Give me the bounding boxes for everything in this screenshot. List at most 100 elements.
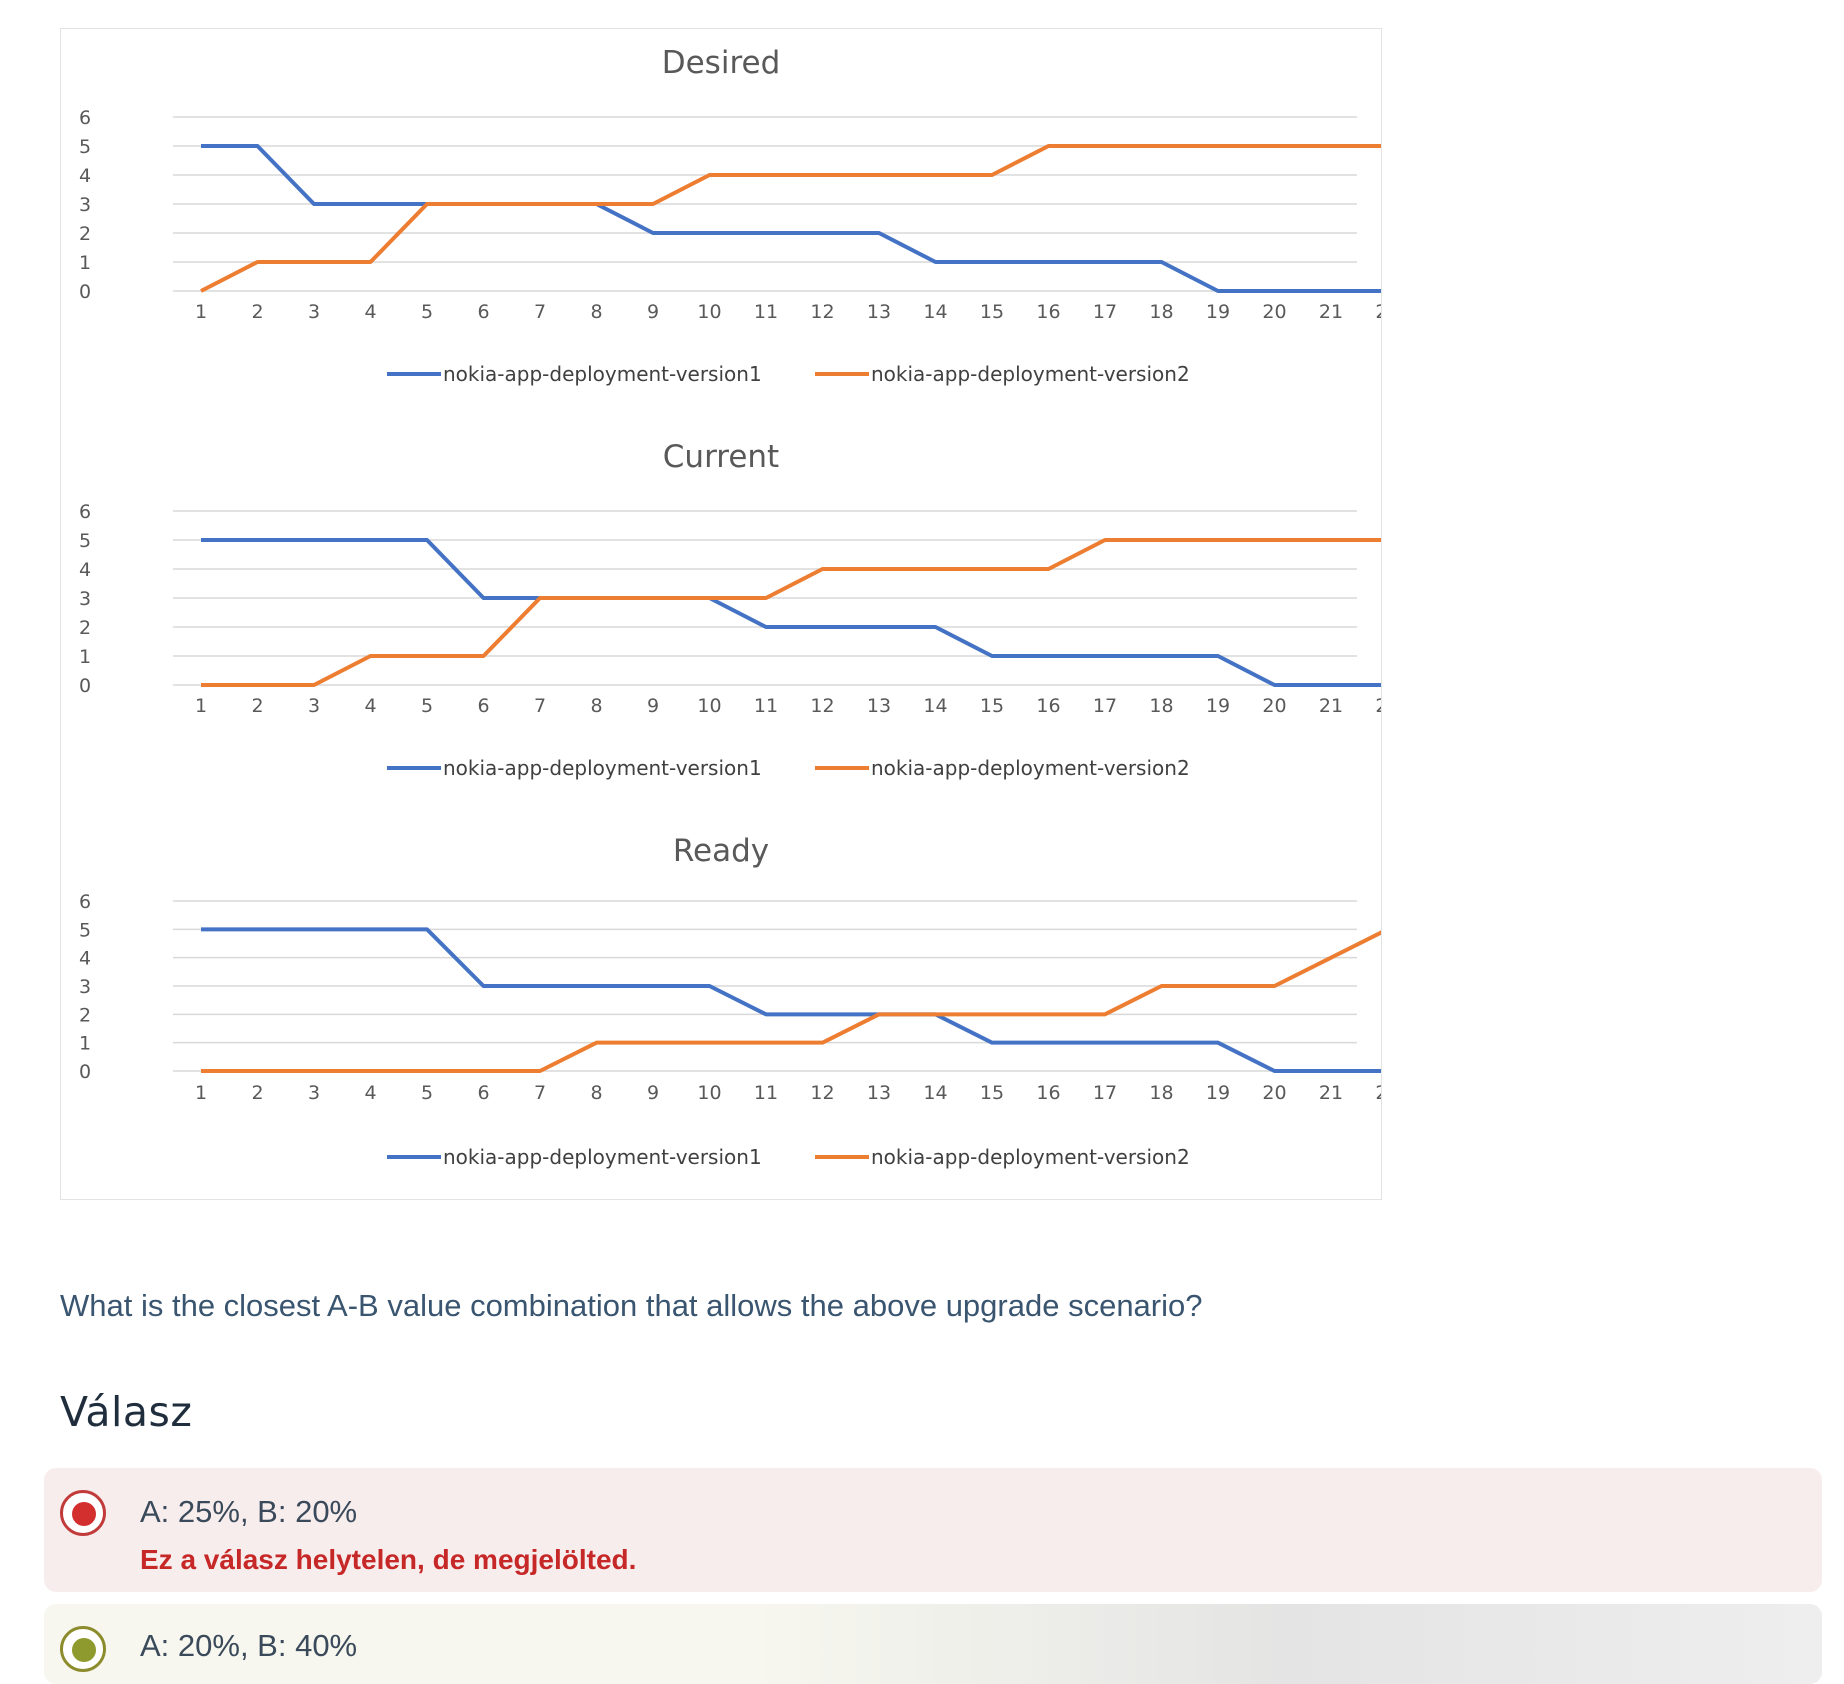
y-tick-label: 6: [79, 891, 91, 913]
x-tick-label: 4: [364, 1082, 376, 1104]
radio-dot-icon: [72, 1638, 96, 1662]
x-tick-label: 18: [1149, 301, 1173, 323]
charts-figure: Desired 0 1 2 3 4 5 6 1 2 3 4 5 6 7 8 9 10 11 12 13 14 15 16 17 1…: [60, 28, 1382, 1200]
y-tick-label: 3: [79, 588, 91, 610]
y-tick-label: 0: [79, 1061, 91, 1083]
x-tick-label: 10: [697, 1082, 721, 1104]
x-tick-label: 8: [590, 301, 602, 323]
x-tick-label: 11: [754, 301, 778, 323]
y-tick-label: 5: [79, 530, 91, 552]
x-tick-label: 17: [1093, 1082, 1117, 1104]
x-tick-label: 20: [1262, 301, 1286, 323]
x-tick-label: 19: [1206, 1082, 1230, 1104]
x-tick-label: 19: [1206, 301, 1230, 323]
x-tick-label: 7: [534, 695, 546, 717]
answer-option-2[interactable]: A: 20%, B: 40%: [44, 1604, 1822, 1684]
x-tick-label: 11: [754, 1082, 778, 1104]
radio-button-correct[interactable]: [60, 1626, 106, 1672]
y-tick-label: 2: [79, 617, 91, 639]
legend-label: nokia-app-deployment-version2: [871, 1145, 1190, 1169]
chart-title: Desired: [662, 45, 781, 81]
chart-title: Ready: [673, 833, 769, 869]
y-tick-label: 6: [79, 107, 91, 129]
x-tick-label: 22: [1375, 695, 1381, 717]
x-tick-label: 7: [534, 1082, 546, 1104]
x-tick-label: 1: [195, 695, 207, 717]
x-tick-label: 1: [195, 301, 207, 323]
x-tick-label: 21: [1319, 695, 1343, 717]
x-tick-label: 13: [867, 1082, 891, 1104]
y-tick-label: 2: [79, 1004, 91, 1026]
x-tick-label: 17: [1093, 301, 1117, 323]
chart-ready: Ready 0 1 2 3 4 5 6 1 2 3 4 5 6 7 8 9 10 11 12 13 14 15 16 17 18 1…: [61, 817, 1381, 1199]
y-tick-label: 3: [79, 976, 91, 998]
y-tick-label: 4: [79, 165, 91, 187]
x-tick-label: 6: [477, 695, 489, 717]
x-tick-label: 9: [647, 301, 659, 323]
answer-feedback-incorrect: Ez a válasz helytelen, de megjelölted.: [140, 1544, 637, 1575]
x-tick-label: 15: [980, 1082, 1004, 1104]
x-tick-label: 14: [923, 695, 947, 717]
legend-label: nokia-app-deployment-version1: [443, 1145, 762, 1169]
x-tick-label: 20: [1262, 695, 1286, 717]
answer-option-1[interactable]: A: 25%, B: 20% Ez a válasz helytelen, de…: [44, 1468, 1822, 1592]
x-tick-label: 6: [477, 1082, 489, 1104]
series-line: [200, 144, 1381, 293]
chart-current-svg: Current01234561 2 3 4 5 6 7 8 9 10 11 12 13 14 15 16 17 1…: [79, 439, 1381, 780]
answer-option-label: A: 25%, B: 20%: [140, 1494, 358, 1529]
answer-option-label: A: 20%, B: 40%: [140, 1628, 358, 1663]
x-tick-label: 2: [251, 695, 263, 717]
x-tick-label: 15: [980, 301, 1004, 323]
x-tick-label: 14: [923, 301, 947, 323]
chart-desired-svg: Desired01234561 2 3 4 5 6 7 8 9 10 11 12 13 14 15 16 17 1…: [79, 45, 1381, 386]
x-tick-label: 2: [251, 301, 263, 323]
x-tick-label: 19: [1206, 695, 1230, 717]
y-tick-label: 1: [79, 1033, 91, 1055]
x-tick-label: 4: [364, 695, 376, 717]
chart-current: Current 0 1 2 3 4 5 6 1 2 3 4 5 6 7 8 9 10 11 12 13 14 15 16 17 1…: [61, 423, 1381, 819]
legend-label: nokia-app-deployment-version1: [443, 756, 762, 780]
chart-title: Current: [663, 439, 779, 475]
x-tick-label: 8: [590, 695, 602, 717]
legend-label: nokia-app-deployment-version2: [871, 362, 1190, 386]
y-tick-label: 4: [79, 559, 91, 581]
x-tick-label: 20: [1262, 1082, 1286, 1104]
x-tick-label: 12: [810, 695, 834, 717]
series-line: [201, 538, 1381, 687]
legend-label: nokia-app-deployment-version2: [871, 756, 1190, 780]
radio-button-selected[interactable]: [60, 1490, 106, 1536]
x-tick-label: 21: [1319, 1082, 1343, 1104]
x-tick-label: 5: [421, 301, 433, 323]
x-tick-label: 5: [421, 1082, 433, 1104]
x-tick-label: 10: [697, 301, 721, 323]
x-tick-label: 17: [1093, 695, 1117, 717]
y-tick-label: 4: [79, 948, 91, 970]
question-text: What is the closest A-B value combinatio…: [60, 1288, 1203, 1323]
x-tick-label: 1: [195, 1082, 207, 1104]
y-tick-label: 5: [79, 919, 91, 941]
x-tick-label: 18: [1149, 1082, 1173, 1104]
legend-label: nokia-app-deployment-version1: [443, 362, 762, 386]
x-tick-label: 9: [647, 1082, 659, 1104]
y-tick-label: 2: [79, 223, 91, 245]
x-tick-label: 15: [980, 695, 1004, 717]
x-tick-label: 18: [1149, 695, 1173, 717]
x-tick-label: 11: [754, 695, 778, 717]
y-tick-label: 1: [79, 252, 91, 274]
y-tick-label: 6: [79, 501, 91, 523]
x-tick-label: 3: [308, 1082, 320, 1104]
x-tick-label: 3: [308, 301, 320, 323]
series-line: [201, 930, 1381, 1073]
y-tick-label: 3: [79, 194, 91, 216]
x-tick-label: 3: [308, 695, 320, 717]
y-tick-label: 0: [79, 675, 91, 697]
x-tick-label: 7: [534, 301, 546, 323]
x-tick-label: 16: [1036, 301, 1060, 323]
y-tick-label: 1: [79, 646, 91, 668]
x-tick-label: 10: [697, 695, 721, 717]
x-tick-label: 13: [867, 301, 891, 323]
series-line: [201, 927, 1381, 1073]
series-line: [201, 144, 1381, 293]
x-tick-label: 12: [810, 301, 834, 323]
radio-dot-icon: [72, 1502, 96, 1526]
